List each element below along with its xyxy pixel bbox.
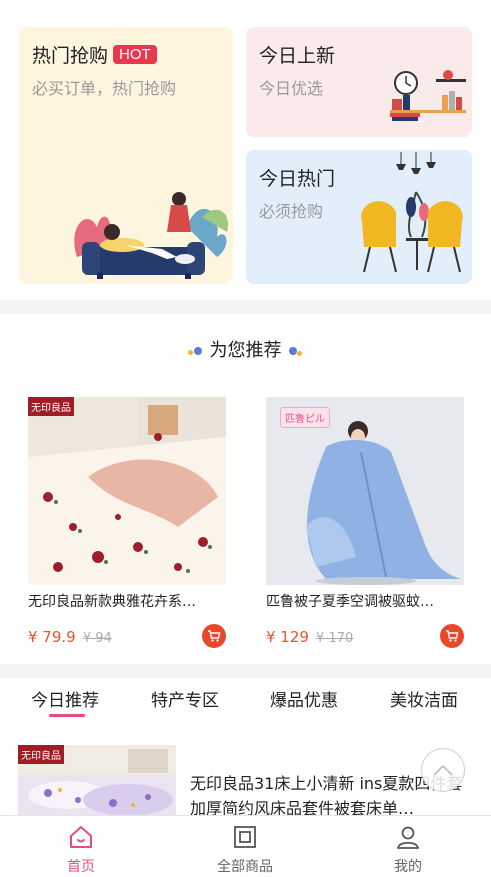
nav-home-label: 首页	[67, 859, 95, 875]
product-old-price: ¥ 94	[82, 631, 112, 646]
active-tab-indicator	[49, 714, 85, 717]
add-to-cart-button[interactable]	[440, 624, 464, 648]
chairs-illustration	[361, 152, 463, 273]
promo-new-subtitle: 今日优选	[259, 79, 324, 98]
brand-tag: 无印良品	[18, 745, 64, 764]
chevron-up-icon	[433, 764, 453, 776]
decor-dots-left	[187, 346, 204, 356]
product-price: ¥ 79.9	[28, 628, 76, 646]
nav-home[interactable]: 首页	[31, 824, 131, 876]
promo-trend-subtitle: 必须抢购	[259, 202, 324, 221]
promo-hot-title: 热门抢购	[32, 45, 109, 67]
tab-specialty-zone[interactable]: 特产专区	[151, 686, 219, 711]
product-old-price: ¥ 170	[316, 631, 354, 646]
sofa-illustration	[74, 192, 228, 279]
product-image[interactable]: 匹鲁ピル	[266, 397, 464, 585]
category-tabs: 今日推荐 特产专区 爆品优惠 美妆洁面	[0, 680, 491, 720]
cart-icon	[446, 630, 459, 642]
nav-all-products[interactable]: 全部商品	[195, 824, 295, 876]
hot-badge: HOT	[113, 45, 157, 64]
recommend-title: 为您推荐	[209, 340, 282, 361]
nav-all-products-label: 全部商品	[217, 859, 273, 875]
home-icon	[70, 826, 92, 848]
product-card[interactable]: 无印良品 无印良品新款典雅花卉系… ¥ 79.9 ¥ 94	[28, 397, 226, 651]
promo-trend-title: 今日热门	[259, 168, 336, 190]
floral-bedding-image	[28, 397, 226, 585]
product-card[interactable]: 匹鲁ピル 匹鲁被子夏季空调被驱蚊… ¥ 129 ¥ 170	[266, 397, 464, 651]
user-icon	[397, 826, 419, 849]
tab-beauty-cleansing[interactable]: 美妆洁面	[390, 686, 458, 711]
promo-new-today[interactable]: 今日上新 今日优选	[246, 27, 472, 137]
product-price-row: ¥ 79.9 ¥ 94	[28, 624, 226, 651]
section-divider	[0, 664, 491, 678]
product-name: 匹鲁被子夏季空调被驱蚊…	[266, 594, 434, 610]
promo-new-title: 今日上新	[259, 45, 336, 67]
page: 热门抢购 HOT 必买订单，热门抢购 今日上新 今日优选 今日热门 必须抢购 为…	[0, 0, 491, 877]
list-item[interactable]: 无印良品 无印良品31床上小清新 ins夏款四件套加厚简约风床品套件被套床单…	[18, 745, 473, 820]
tab-today-recommend[interactable]: 今日推荐	[31, 686, 99, 711]
promo-trending-today[interactable]: 今日热门 必须抢购	[246, 150, 472, 284]
section-divider	[0, 300, 491, 314]
product-image[interactable]: 无印良品	[28, 397, 226, 585]
product-price: ¥ 129	[266, 628, 309, 646]
promo-hot-title-row: 热门抢购 HOT	[32, 41, 157, 68]
recommend-heading: 为您推荐	[0, 336, 491, 362]
tab-hot-deals[interactable]: 爆品优惠	[270, 686, 338, 711]
promo-hot-subtitle: 必买订单，热门抢购	[32, 79, 177, 98]
brand-tag: 无印良品	[28, 397, 74, 416]
decor-dots-right	[287, 346, 303, 356]
cart-icon	[208, 630, 221, 642]
nav-profile-label: 我的	[394, 859, 422, 875]
shelf-illustration	[390, 70, 466, 121]
list-item-image: 无印良品	[18, 745, 176, 820]
bottom-navigation: 首页 全部商品 我的	[0, 815, 491, 877]
promo-hot-sale[interactable]: 热门抢购 HOT 必买订单，热门抢购	[19, 27, 233, 284]
nav-profile[interactable]: 我的	[358, 824, 458, 876]
scroll-to-top-button[interactable]	[421, 748, 465, 792]
brand-tag: 匹鲁ピル	[280, 407, 330, 428]
product-name: 无印良品新款典雅花卉系…	[28, 594, 196, 610]
add-to-cart-button[interactable]	[202, 624, 226, 648]
product-price-row: ¥ 129 ¥ 170	[266, 624, 464, 651]
box-icon	[234, 826, 256, 848]
